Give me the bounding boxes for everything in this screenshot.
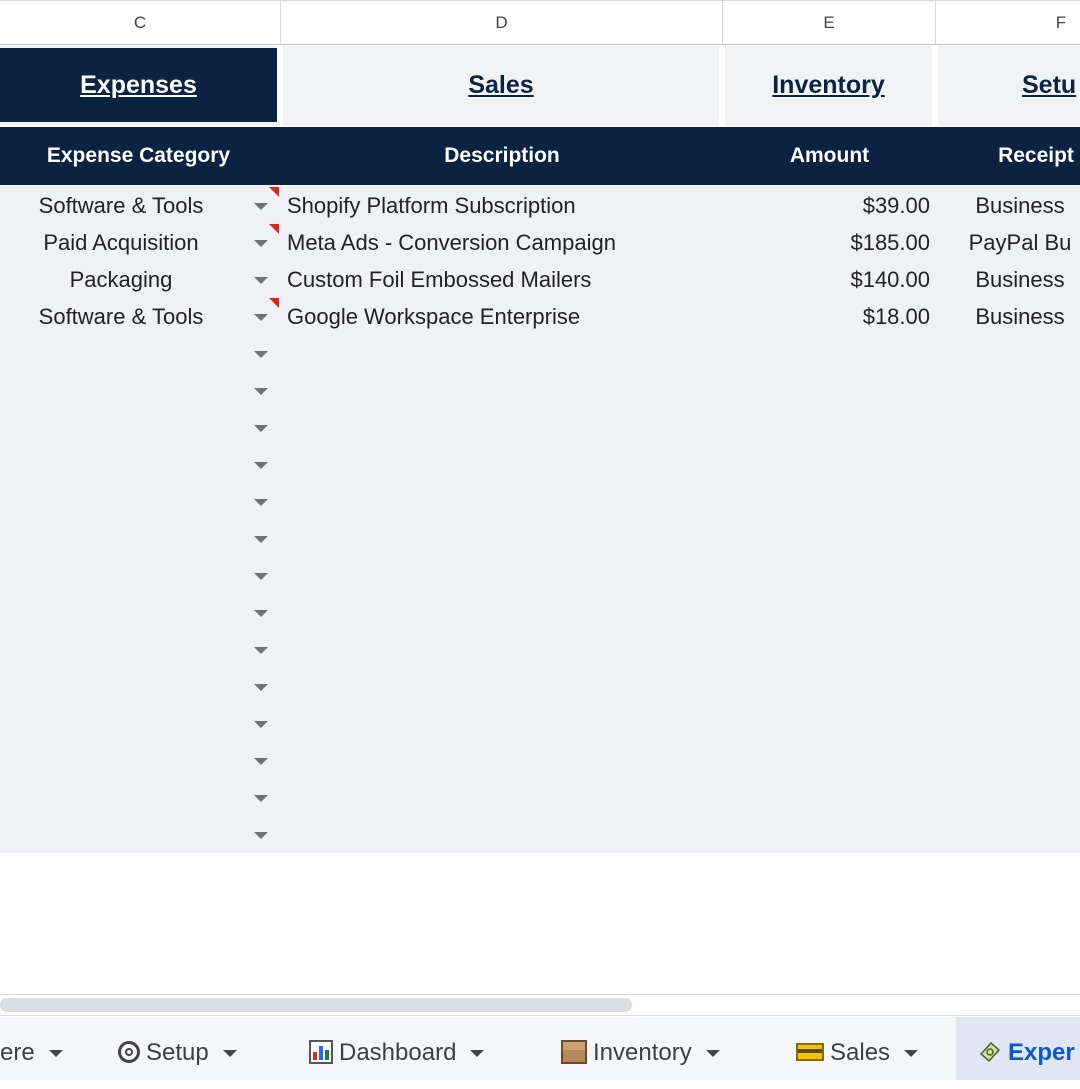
sheet-tab-label: Exper (1008, 1039, 1075, 1066)
sheet-tab-label: Dashboard (339, 1039, 457, 1066)
sheet-tab-label: Setup (146, 1039, 209, 1066)
sheet-tab-label: Sales (830, 1039, 891, 1066)
amount-cell[interactable]: $185.00 (735, 224, 930, 261)
empty-row[interactable] (0, 446, 1080, 483)
sheet-tab-label: ere (0, 1039, 35, 1066)
nav-button-setup[interactable]: Setu (938, 48, 1080, 122)
dropdown-arrow-icon[interactable] (254, 203, 268, 210)
comment-indicator-icon[interactable] (269, 187, 279, 197)
amount-cell[interactable]: $140.00 (735, 261, 930, 298)
dropdown-arrow-icon[interactable] (254, 610, 268, 617)
category-cell[interactable]: Software & Tools (0, 298, 242, 335)
dropdown-arrow-icon[interactable] (254, 647, 268, 654)
receipt-cell[interactable]: Business (940, 261, 1080, 298)
dropdown-arrow-icon[interactable] (254, 351, 268, 358)
expense-table-header: Expense Category Description Amount Rece… (0, 127, 1080, 185)
table-row: Paid Acquisition Meta Ads - Conversion C… (0, 224, 1080, 261)
dropdown-arrow-icon[interactable] (254, 462, 268, 469)
receipt-cell[interactable]: Business (940, 298, 1080, 335)
sheet-tab-bar: ere Setup Dashboard Inventory Sales Expe… (0, 1017, 1080, 1080)
empty-row[interactable] (0, 779, 1080, 816)
chevron-down-icon[interactable] (470, 1050, 485, 1058)
scrollbar-thumb[interactable] (0, 998, 632, 1012)
chevron-down-icon[interactable] (222, 1050, 237, 1058)
gear-icon (118, 1041, 140, 1063)
empty-row[interactable] (0, 483, 1080, 520)
empty-row[interactable] (0, 742, 1080, 779)
dropdown-arrow-icon[interactable] (254, 832, 268, 839)
credit-card-icon (796, 1043, 824, 1061)
nav-button-row: Expenses Sales Inventory Setu (0, 46, 1080, 126)
package-icon (561, 1040, 587, 1064)
nav-button-expenses[interactable]: Expenses (0, 48, 277, 122)
receipt-cell[interactable]: Business (940, 187, 1080, 224)
header-expense-category: Expense Category (46, 144, 231, 167)
sheet-tab-sales[interactable]: Sales (796, 1017, 919, 1080)
description-cell[interactable]: Google Workspace Enterprise (287, 298, 727, 335)
dropdown-arrow-icon[interactable] (254, 314, 268, 321)
column-header-c[interactable]: C (0, 1, 281, 45)
dropdown-arrow-icon[interactable] (254, 758, 268, 765)
amount-cell[interactable]: $39.00 (735, 187, 930, 224)
category-cell[interactable]: Software & Tools (0, 187, 242, 224)
sheet-tab-label: Inventory (593, 1039, 692, 1066)
empty-row[interactable] (0, 594, 1080, 631)
description-cell[interactable]: Meta Ads - Conversion Campaign (287, 224, 727, 261)
empty-row[interactable] (0, 705, 1080, 742)
table-row: Software & Tools Shopify Platform Subscr… (0, 187, 1080, 224)
sheet-tab-partial[interactable]: ere (0, 1017, 63, 1080)
receipt-cell[interactable]: PayPal Bu (940, 224, 1080, 261)
table-row: Packaging Custom Foil Embossed Mailers $… (0, 261, 1080, 298)
header-receipt: Receipt (998, 144, 1074, 167)
dropdown-arrow-icon[interactable] (254, 721, 268, 728)
category-cell[interactable]: Packaging (0, 261, 242, 298)
sheet-tab-inventory[interactable]: Inventory (561, 1017, 720, 1080)
empty-row[interactable] (0, 557, 1080, 594)
chevron-down-icon[interactable] (48, 1050, 63, 1058)
nav-button-sales[interactable]: Sales (283, 48, 719, 122)
amount-cell[interactable]: $18.00 (735, 298, 930, 335)
empty-row[interactable] (0, 520, 1080, 557)
column-header-d[interactable]: D (281, 1, 723, 45)
sheet-tab-dashboard[interactable]: Dashboard (309, 1017, 485, 1080)
column-header-row: C D E F (0, 0, 1080, 45)
description-cell[interactable]: Custom Foil Embossed Mailers (287, 261, 727, 298)
header-description: Description (444, 144, 560, 167)
dropdown-arrow-icon[interactable] (254, 536, 268, 543)
column-header-f[interactable]: F (936, 1, 1080, 45)
expense-table-body: Software & Tools Shopify Platform Subscr… (0, 185, 1080, 853)
dropdown-arrow-icon[interactable] (254, 388, 268, 395)
money-icon (979, 1041, 1001, 1063)
category-cell[interactable]: Paid Acquisition (0, 224, 242, 261)
bar-chart-icon (309, 1040, 333, 1064)
dropdown-arrow-icon[interactable] (254, 795, 268, 802)
description-cell[interactable]: Shopify Platform Subscription (287, 187, 727, 224)
dropdown-arrow-icon[interactable] (254, 499, 268, 506)
empty-row[interactable] (0, 409, 1080, 446)
table-row: Software & Tools Google Workspace Enterp… (0, 298, 1080, 335)
empty-row[interactable] (0, 335, 1080, 372)
dropdown-arrow-icon[interactable] (254, 684, 268, 691)
chevron-down-icon[interactable] (705, 1050, 720, 1058)
dropdown-arrow-icon[interactable] (254, 573, 268, 580)
comment-indicator-icon[interactable] (269, 298, 279, 308)
header-amount: Amount (789, 144, 870, 167)
empty-row[interactable] (0, 816, 1080, 853)
chevron-down-icon[interactable] (904, 1050, 919, 1058)
empty-row[interactable] (0, 372, 1080, 409)
column-header-e[interactable]: E (723, 1, 936, 45)
dropdown-arrow-icon[interactable] (254, 240, 268, 247)
sheet-tab-expenses[interactable]: Exper (956, 1017, 1080, 1080)
dropdown-arrow-icon[interactable] (254, 425, 268, 432)
nav-button-inventory[interactable]: Inventory (725, 48, 932, 122)
comment-indicator-icon[interactable] (269, 224, 279, 234)
empty-row[interactable] (0, 631, 1080, 668)
horizontal-scrollbar[interactable] (0, 994, 1080, 1016)
dropdown-arrow-icon[interactable] (254, 277, 268, 284)
empty-row[interactable] (0, 668, 1080, 705)
sheet-tab-setup[interactable]: Setup (118, 1017, 237, 1080)
